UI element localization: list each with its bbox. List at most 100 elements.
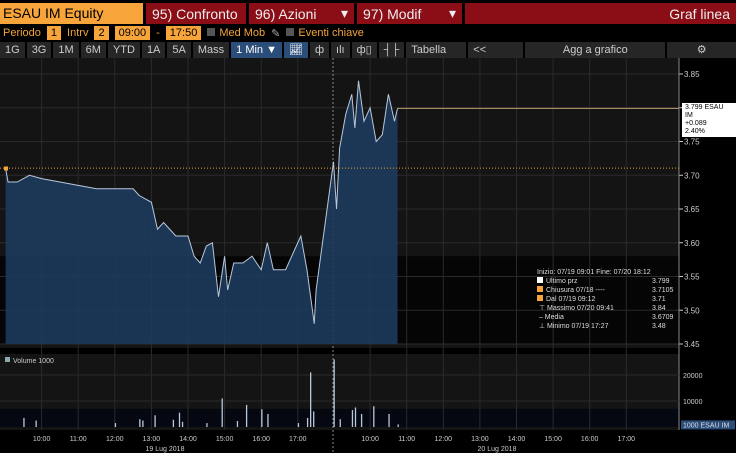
ticker-field[interactable]: ESAU IM Equity — [0, 3, 143, 24]
volume-bar — [114, 423, 117, 427]
add-to-chart-button[interactable]: Agg a grafico — [525, 42, 666, 58]
ohlc-icon[interactable]: ф▯ — [351, 42, 377, 58]
interval-label: Intrv — [67, 27, 89, 39]
legend-label: Ultimo prz — [546, 278, 578, 285]
volume-bar — [261, 409, 263, 427]
volume-legend-label: Volume 1000 — [13, 358, 54, 365]
legend-label: Chiusura 07/18 ---- — [546, 287, 605, 294]
time-tick-label: 16:00 — [581, 436, 599, 443]
legend-item: ⊥ Minimo 07/19 17:27 3.48 — [537, 323, 666, 330]
time-tick-label: 17:00 — [289, 436, 307, 443]
volume-bar — [178, 412, 181, 427]
hilo-icon[interactable]: ┤├ — [378, 42, 405, 58]
actions-label: 96) Azioni — [255, 5, 317, 22]
price-chart[interactable]: 3.853.803.753.703.653.603.553.503.45Volu… — [0, 58, 736, 453]
modify-label: 97) Modif — [363, 5, 422, 22]
price-change-pct: 2.40% — [685, 128, 705, 135]
moving-average-label: Med Mob — [219, 27, 266, 39]
start-marker — [4, 166, 8, 171]
volume-bar — [172, 419, 175, 427]
legend-item: Ultimo prz 3.799 — [537, 277, 673, 286]
price-tick-label: 3.50 — [684, 306, 700, 315]
collapse-button[interactable]: << — [468, 42, 524, 58]
header-bar: ESAU IM Equity 95) Confronto 96) Azioni ▾… — [0, 3, 736, 24]
period-label: Periodo — [3, 27, 41, 39]
legend-label: Dal 07/19 09:12 — [546, 296, 596, 303]
legend-item: Chiusura 07/18 ---- 3.7105 — [537, 286, 673, 295]
range-1g[interactable]: 1G — [0, 42, 25, 58]
compare-label: 95) Confronto — [152, 5, 238, 22]
actions-button[interactable]: 96) Azioni ▾ — [249, 3, 354, 24]
range-max[interactable]: Mass — [192, 42, 230, 58]
table-button[interactable]: Tabella — [406, 42, 467, 58]
volume-bar — [388, 414, 390, 427]
legend-item: – Media 3.6709 — [537, 314, 674, 321]
time-tick-label: 13:00 — [471, 436, 489, 443]
volume-bar — [267, 414, 269, 427]
volume-tick-label: 20000 — [683, 373, 703, 380]
pencil-icon[interactable]: ✎ — [271, 27, 280, 40]
price-tick-label: 3.45 — [684, 340, 700, 349]
candlestick-icon[interactable]: ф — [309, 42, 330, 58]
range-1a[interactable]: 1A — [141, 42, 166, 58]
legend-range: Inizio: 07/19 09:01 Fine: 07/20 18:12 — [537, 269, 651, 276]
volume-bar — [313, 411, 315, 427]
time-separator: - — [156, 27, 160, 39]
legend-item: ⊤ Massimo 07/20 09:41 3.84 — [537, 305, 666, 312]
time-tick-label: 16:00 — [252, 436, 270, 443]
range-6m[interactable]: 6M — [80, 42, 106, 58]
volume-bar — [397, 424, 399, 427]
time-tick-label: 10:00 — [33, 436, 51, 443]
interval-input[interactable]: 2 — [94, 26, 109, 40]
volume-bar — [142, 420, 144, 427]
chevron-down-icon: ▾ — [448, 5, 456, 21]
price-tick-label: 3.75 — [684, 138, 700, 147]
price-tick-label: 3.85 — [684, 70, 700, 79]
range-5a[interactable]: 5A — [167, 42, 191, 58]
volume-bar — [339, 419, 341, 427]
bar-chart-icon[interactable]: ılı — [331, 42, 350, 58]
price-tick-label: 3.60 — [684, 239, 700, 248]
time-tick-label: 12:00 — [106, 436, 124, 443]
volume-bar — [206, 423, 208, 427]
volume-bar — [333, 359, 335, 427]
period-input[interactable]: 1 — [46, 26, 62, 40]
range-1m[interactable]: 1M — [53, 42, 79, 58]
price-tick-label: 3.70 — [684, 171, 700, 180]
price-tick-label: 3.55 — [684, 273, 700, 282]
end-time-input[interactable]: 17:50 — [165, 26, 202, 40]
key-events-checkbox[interactable]: Eventi chiave — [286, 27, 364, 39]
time-tick-label: 15:00 — [544, 436, 562, 443]
modify-button[interactable]: 97) Modif ▾ — [357, 3, 462, 24]
gear-icon[interactable]: ⚙ — [667, 42, 736, 58]
last-price-tag: 3.799 ESAU IM +0.089 2.40% — [682, 103, 736, 137]
date-label: 19 Lug 2018 — [146, 446, 185, 453]
chart-type-button[interactable]: Graf linea — [465, 3, 736, 24]
time-tick-label: 17:00 — [618, 436, 636, 443]
range-3g[interactable]: 3G — [26, 42, 52, 58]
range-ytd[interactable]: YTD — [107, 42, 140, 58]
chart-type-label: Graf linea — [669, 5, 730, 22]
time-tick-label: 11:00 — [398, 436, 415, 443]
legend-label: Media — [544, 314, 564, 321]
time-tick-label: 11:00 — [70, 436, 87, 443]
line-chart-icon[interactable]: 📈︎ — [284, 42, 308, 58]
compare-button[interactable]: 95) Confronto — [146, 3, 246, 24]
volume-bar — [139, 419, 141, 427]
legend-label: Minimo 07/19 17:27 — [547, 323, 609, 330]
volume-tag: 1000 ESAU IM — [683, 422, 729, 429]
interval-dropdown[interactable]: 1 Min ▼ — [231, 42, 282, 58]
volume-bar — [354, 407, 357, 427]
legend-value: 3.71 — [652, 296, 666, 303]
legend-value: 3.799 — [652, 278, 670, 285]
volume-bar — [221, 398, 223, 427]
last-price: 3.799 ESAU IM — [685, 104, 724, 119]
time-tick-label: 10:00 — [361, 436, 379, 443]
volume-lower-band — [0, 408, 679, 427]
price-tick-label: 3.65 — [684, 205, 700, 214]
start-time-input[interactable]: 09:00 — [114, 26, 151, 40]
time-tick-label: 14:00 — [508, 436, 526, 443]
time-tick-label: 13:00 — [143, 436, 161, 443]
price-change: +0.089 — [685, 120, 707, 127]
moving-average-checkbox[interactable]: Med Mob — [207, 27, 265, 39]
